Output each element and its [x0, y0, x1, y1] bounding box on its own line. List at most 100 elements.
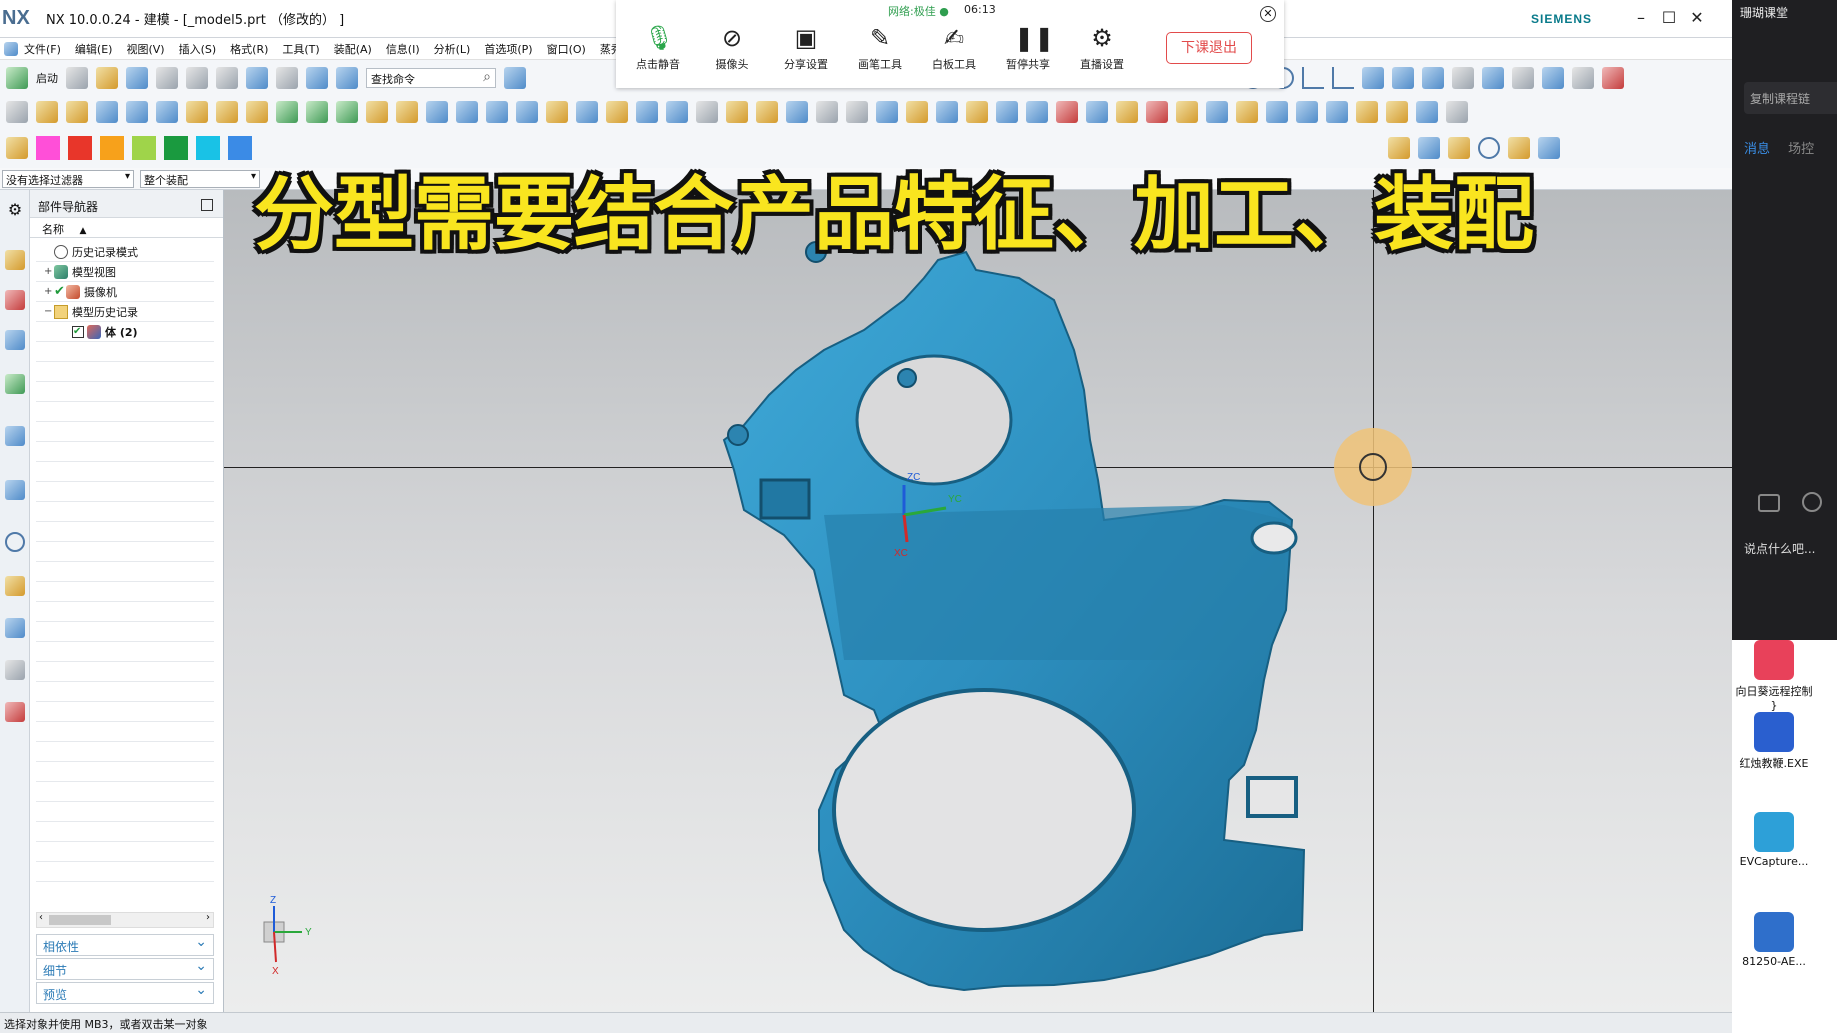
column-name[interactable]: 名称	[42, 223, 64, 236]
mesh-icon[interactable]	[1422, 67, 1444, 89]
part-navigator-icon[interactable]	[5, 330, 25, 350]
menu-window[interactable]: 窗口(O)	[547, 41, 586, 57]
wcs-icon[interactable]	[1538, 137, 1560, 159]
open-recent-icon[interactable]	[6, 137, 28, 159]
web-browser-icon[interactable]	[5, 426, 25, 446]
tree-item-model-history[interactable]: − 模型历史记录	[36, 302, 214, 322]
dependencies-panel[interactable]: 相依性	[36, 934, 214, 956]
menu-preferences[interactable]: 首选项(P)	[484, 41, 532, 57]
shell-icon[interactable]	[426, 101, 448, 123]
swatch-cyan[interactable]	[196, 136, 220, 160]
swatch-green[interactable]	[164, 136, 188, 160]
draft-icon[interactable]	[456, 101, 478, 123]
region-icon[interactable]	[1266, 101, 1288, 123]
close-button[interactable]: ✕	[1686, 7, 1708, 29]
open-folder-icon[interactable]	[96, 67, 118, 89]
cone-icon[interactable]	[156, 101, 178, 123]
column-header[interactable]: 名称 ▲	[30, 218, 223, 238]
command-finder-icon[interactable]	[336, 67, 358, 89]
sketch-icon[interactable]	[6, 101, 28, 123]
trim-sheet-icon[interactable]	[1356, 101, 1378, 123]
swatch-lime[interactable]	[132, 136, 156, 160]
mold-tool-icon[interactable]	[1116, 101, 1138, 123]
mirror-icon[interactable]	[696, 101, 718, 123]
enlarge-icon[interactable]	[1416, 101, 1438, 123]
menu-format[interactable]: 格式(R)	[230, 41, 268, 57]
paste-icon[interactable]	[216, 67, 238, 89]
arc-icon[interactable]	[1302, 67, 1324, 89]
tree-item-cameras[interactable]: + ✔ 摄像机	[36, 282, 214, 302]
start-icon[interactable]	[6, 67, 28, 89]
rib-icon[interactable]	[906, 101, 928, 123]
extrude-icon[interactable]	[36, 101, 58, 123]
desktop-icon-evcapture[interactable]: EVCapture...	[1734, 812, 1814, 868]
pattern-icon[interactable]	[246, 101, 268, 123]
mold-wizard-icon[interactable]	[1146, 101, 1168, 123]
expand-toggle[interactable]: +	[44, 266, 54, 277]
swatch-magenta[interactable]	[36, 136, 60, 160]
delete-face-icon[interactable]	[1056, 101, 1078, 123]
extend-sheet-icon[interactable]	[1386, 101, 1408, 123]
desktop-icon-sunlogin[interactable]: 向日葵远程控制 }	[1734, 640, 1814, 712]
join-curve-icon[interactable]	[1512, 67, 1534, 89]
tab-messages[interactable]: 消息	[1744, 142, 1770, 157]
window-layout-icon[interactable]	[306, 67, 328, 89]
split-face-icon[interactable]	[1326, 101, 1348, 123]
project-curve-icon[interactable]	[1542, 67, 1564, 89]
sort-ascending-icon[interactable]: ▲	[80, 226, 87, 236]
sphere-icon[interactable]	[186, 101, 208, 123]
command-search-input[interactable]: 查找命令	[366, 68, 496, 88]
maximize-button[interactable]: ☐	[1658, 7, 1680, 29]
selection-filter-dropdown[interactable]: 没有选择过滤器	[2, 170, 134, 188]
menu-view[interactable]: 视图(V)	[126, 41, 164, 57]
subtract-icon[interactable]	[306, 101, 328, 123]
offset-curve-icon[interactable]	[1452, 67, 1474, 89]
unite-icon[interactable]	[276, 101, 298, 123]
spline-icon[interactable]	[1362, 67, 1384, 89]
chamfer-icon[interactable]	[396, 101, 418, 123]
start-button[interactable]: 启动	[36, 70, 58, 86]
constraint-navigator-icon[interactable]	[5, 290, 25, 310]
trim-body-icon[interactable]	[486, 101, 508, 123]
visible-check-icon[interactable]: ✔	[54, 284, 66, 299]
gear-icon[interactable]: ⚙	[5, 200, 25, 220]
system-materials-icon[interactable]	[5, 576, 25, 596]
menu-edit[interactable]: 编辑(E)	[75, 41, 113, 57]
thicken-icon[interactable]	[606, 101, 628, 123]
reuse-library-icon[interactable]	[5, 374, 25, 394]
sew-icon[interactable]	[636, 101, 658, 123]
tab-control[interactable]: 场控	[1788, 142, 1814, 157]
whiteboard-button[interactable]: ✍ 白板工具	[922, 24, 986, 72]
body-checkbox[interactable]: ✔	[72, 325, 84, 338]
swatch-orange[interactable]	[100, 136, 124, 160]
redo-icon[interactable]	[276, 67, 298, 89]
share-settings-button[interactable]: ▣ 分享设置	[774, 24, 838, 72]
cylinder-icon[interactable]	[126, 101, 148, 123]
manufacturing-wizard-icon[interactable]	[5, 660, 25, 680]
end-class-button[interactable]: 下课退出	[1166, 32, 1252, 64]
process-studio-icon[interactable]	[5, 618, 25, 638]
horizontal-scrollbar[interactable]: ‹ ›	[36, 912, 214, 928]
cut-icon[interactable]	[156, 67, 178, 89]
hole-icon[interactable]	[216, 101, 238, 123]
menu-info[interactable]: 信息(I)	[386, 41, 420, 57]
navigator-collapse-button[interactable]	[201, 199, 213, 211]
graphics-window[interactable]: ZC YC XC Z Y X	[224, 190, 1732, 1012]
pause-share-button[interactable]: ❚❚ 暂停共享	[996, 24, 1060, 72]
tool-icon[interactable]	[1572, 67, 1594, 89]
more-tools-icon[interactable]	[1446, 101, 1468, 123]
copy-icon[interactable]	[186, 67, 208, 89]
menu-file[interactable]: 文件(F)	[24, 41, 61, 57]
datum-plane-icon[interactable]	[756, 101, 778, 123]
emboss-icon[interactable]	[876, 101, 898, 123]
swatch-blue[interactable]	[228, 136, 252, 160]
new-file-icon[interactable]	[66, 67, 88, 89]
tree-item-history-mode[interactable]: 历史记录模式	[36, 242, 214, 262]
expand-toggle[interactable]: +	[44, 286, 54, 297]
tree-item-body[interactable]: ✔ 体 (2)	[36, 322, 214, 342]
details-panel[interactable]: 细节	[36, 958, 214, 980]
patch-icon[interactable]	[666, 101, 688, 123]
preview-panel[interactable]: 预览	[36, 982, 214, 1004]
menu-analysis[interactable]: 分析(L)	[434, 41, 471, 57]
clock-icon[interactable]	[5, 532, 25, 552]
